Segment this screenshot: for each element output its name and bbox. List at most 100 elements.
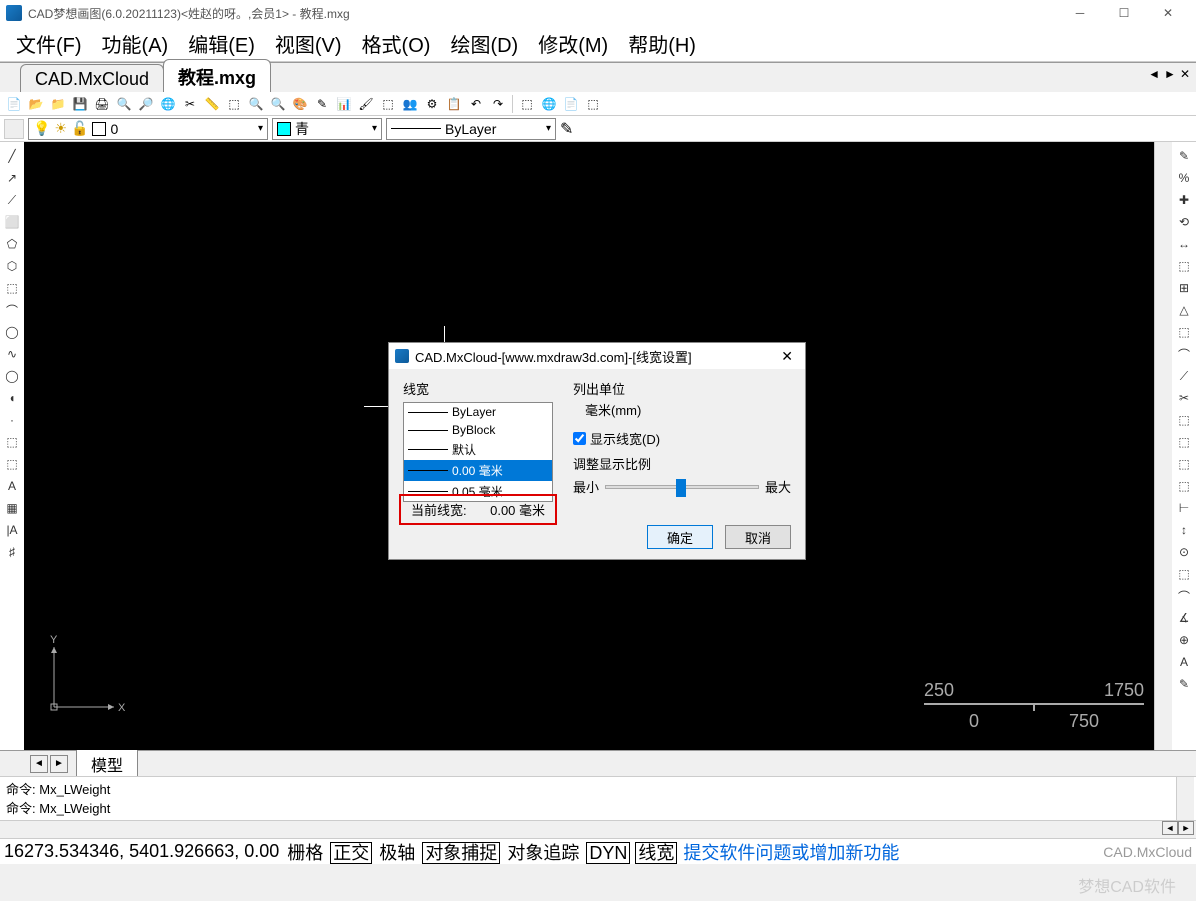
draw-tool-icon[interactable]: ♯ [2, 542, 22, 562]
status-toggle[interactable]: 极轴 [377, 843, 417, 863]
show-lineweight-checkbox[interactable]: 显示线宽(D) [573, 429, 791, 448]
modify-tool-icon[interactable]: ✎ [1174, 674, 1194, 694]
tab-last-icon[interactable]: ► [50, 755, 68, 773]
draw-tool-icon[interactable]: ◖ [2, 388, 22, 408]
feedback-link[interactable]: 提交软件问题或增加新功能 [683, 839, 899, 865]
modify-tool-icon[interactable]: ✎ [1174, 146, 1194, 166]
draw-tool-icon[interactable]: ∿ [2, 344, 22, 364]
layer-combo[interactable]: 💡 ☀ 🔓 0 ▾ [28, 118, 268, 140]
toolbar-icon[interactable]: ⬚ [378, 94, 398, 114]
toolbar-icon[interactable]: 🎨 [290, 94, 310, 114]
modify-tool-icon[interactable]: ⟋ [1174, 366, 1194, 386]
status-toggle[interactable]: 线宽 [635, 842, 677, 864]
draw-tool-icon[interactable]: · [2, 410, 22, 430]
brush-icon[interactable]: ✎ [560, 119, 573, 139]
status-toggle[interactable]: 对象追踪 [505, 843, 581, 863]
modify-tool-icon[interactable]: ⬚ [1174, 410, 1194, 430]
modify-tool-icon[interactable]: % [1174, 168, 1194, 188]
slider-thumb[interactable] [676, 479, 686, 497]
toolbar-icon[interactable]: 📂 [26, 94, 46, 114]
modify-tool-icon[interactable]: ⌒ [1174, 586, 1194, 606]
modify-tool-icon[interactable]: ✂ [1174, 388, 1194, 408]
modify-tool-icon[interactable]: ↔ [1174, 234, 1194, 254]
tab-model[interactable]: 模型 [76, 749, 138, 779]
tab-next-icon[interactable]: ► [1164, 67, 1176, 81]
modify-tool-icon[interactable]: ⬚ [1174, 454, 1194, 474]
lineweight-item[interactable]: ByBlock [404, 421, 552, 439]
draw-tool-icon[interactable]: ⬚ [2, 278, 22, 298]
ok-button[interactable]: 确定 [647, 525, 713, 549]
modify-tool-icon[interactable]: ∡ [1174, 608, 1194, 628]
cmd-hscroll[interactable]: ◄► [0, 820, 1196, 838]
toolbar-icon[interactable]: 📄 [561, 94, 581, 114]
modify-tool-icon[interactable]: ⬚ [1174, 564, 1194, 584]
status-toggle[interactable]: DYN [586, 842, 630, 864]
close-button[interactable]: ✕ [1146, 1, 1190, 25]
maximize-button[interactable]: ☐ [1102, 1, 1146, 25]
toolbar-icon[interactable]: ⚙ [422, 94, 442, 114]
toolbar-icon[interactable]: 🌐 [158, 94, 178, 114]
draw-tool-icon[interactable]: A [2, 476, 22, 496]
modify-tool-icon[interactable]: ⊕ [1174, 630, 1194, 650]
toolbar-icon[interactable]: 💾 [70, 94, 90, 114]
toolbar-icon[interactable]: 📏 [202, 94, 222, 114]
layer-manager-icon[interactable] [4, 119, 24, 139]
modify-tool-icon[interactable]: ⬚ [1174, 432, 1194, 452]
status-toggle[interactable]: 栅格 [285, 843, 325, 863]
menu-item[interactable]: 格式(O) [356, 27, 437, 60]
status-toggle[interactable]: 对象捕捉 [422, 842, 500, 864]
modify-tool-icon[interactable]: ⌒ [1174, 344, 1194, 364]
toolbar-icon[interactable]: 📄 [4, 94, 24, 114]
dialog-titlebar[interactable]: CAD.MxCloud-[www.mxdraw3d.com]-[线宽设置] ✕ [389, 343, 805, 369]
scale-slider[interactable] [605, 485, 759, 489]
draw-tool-icon[interactable]: ⬚ [2, 432, 22, 452]
linetype-combo[interactable]: ByLayer ▾ [386, 118, 556, 140]
lineweight-item[interactable]: 0.00 毫米 [404, 460, 552, 481]
lineweight-item[interactable]: 默认 [404, 439, 552, 460]
modify-tool-icon[interactable]: ⊞ [1174, 278, 1194, 298]
draw-tool-icon[interactable]: ◯ [2, 322, 22, 342]
modify-tool-icon[interactable]: ⊢ [1174, 498, 1194, 518]
draw-tool-icon[interactable]: ⟋ [2, 190, 22, 210]
modify-tool-icon[interactable]: ⬚ [1174, 256, 1194, 276]
draw-tool-icon[interactable]: ⬚ [2, 454, 22, 474]
modify-tool-icon[interactable]: ⬚ [1174, 322, 1194, 342]
cmd-scrollbar[interactable] [1176, 777, 1194, 820]
draw-tool-icon[interactable]: ⌒ [2, 300, 22, 320]
tab-current[interactable]: 教程.mxg [163, 59, 271, 92]
vertical-scrollbar[interactable] [1154, 142, 1172, 750]
toolbar-icon[interactable]: 🌐 [539, 94, 559, 114]
menu-item[interactable]: 功能(A) [96, 27, 175, 60]
draw-tool-icon[interactable]: ⬠ [2, 234, 22, 254]
modify-tool-icon[interactable]: ⊙ [1174, 542, 1194, 562]
modify-tool-icon[interactable]: ↕ [1174, 520, 1194, 540]
toolbar-icon[interactable]: 🖌 [356, 94, 376, 114]
toolbar-icon[interactable]: 📊 [334, 94, 354, 114]
toolbar-icon[interactable]: ↶ [466, 94, 486, 114]
modify-tool-icon[interactable]: △ [1174, 300, 1194, 320]
toolbar-icon[interactable]: 👥 [400, 94, 420, 114]
modify-tool-icon[interactable]: A [1174, 652, 1194, 672]
toolbar-icon[interactable]: 📁 [48, 94, 68, 114]
cancel-button[interactable]: 取消 [725, 525, 791, 549]
draw-tool-icon[interactable]: ↗ [2, 168, 22, 188]
minimize-button[interactable]: ─ [1058, 1, 1102, 25]
draw-tool-icon[interactable]: ╱ [2, 146, 22, 166]
toolbar-icon[interactable]: ⬚ [517, 94, 537, 114]
lineweight-item[interactable]: ByLayer [404, 403, 552, 421]
tab-close-icon[interactable]: ✕ [1180, 67, 1190, 81]
modify-tool-icon[interactable]: ⟲ [1174, 212, 1194, 232]
toolbar-icon[interactable]: 🖨 [92, 94, 112, 114]
modify-tool-icon[interactable]: ✚ [1174, 190, 1194, 210]
tab-prev-icon[interactable]: ◄ [1148, 67, 1160, 81]
menu-item[interactable]: 修改(M) [532, 27, 614, 60]
draw-tool-icon[interactable]: ⬡ [2, 256, 22, 276]
draw-tool-icon[interactable]: ▦ [2, 498, 22, 518]
menu-item[interactable]: 绘图(D) [444, 27, 524, 60]
toolbar-icon[interactable]: ✂ [180, 94, 200, 114]
menu-item[interactable]: 帮助(H) [622, 27, 702, 60]
draw-tool-icon[interactable]: ◯ [2, 366, 22, 386]
tab-first-icon[interactable]: ◄ [30, 755, 48, 773]
toolbar-icon[interactable]: ⬚ [224, 94, 244, 114]
toolbar-icon[interactable]: ↷ [488, 94, 508, 114]
